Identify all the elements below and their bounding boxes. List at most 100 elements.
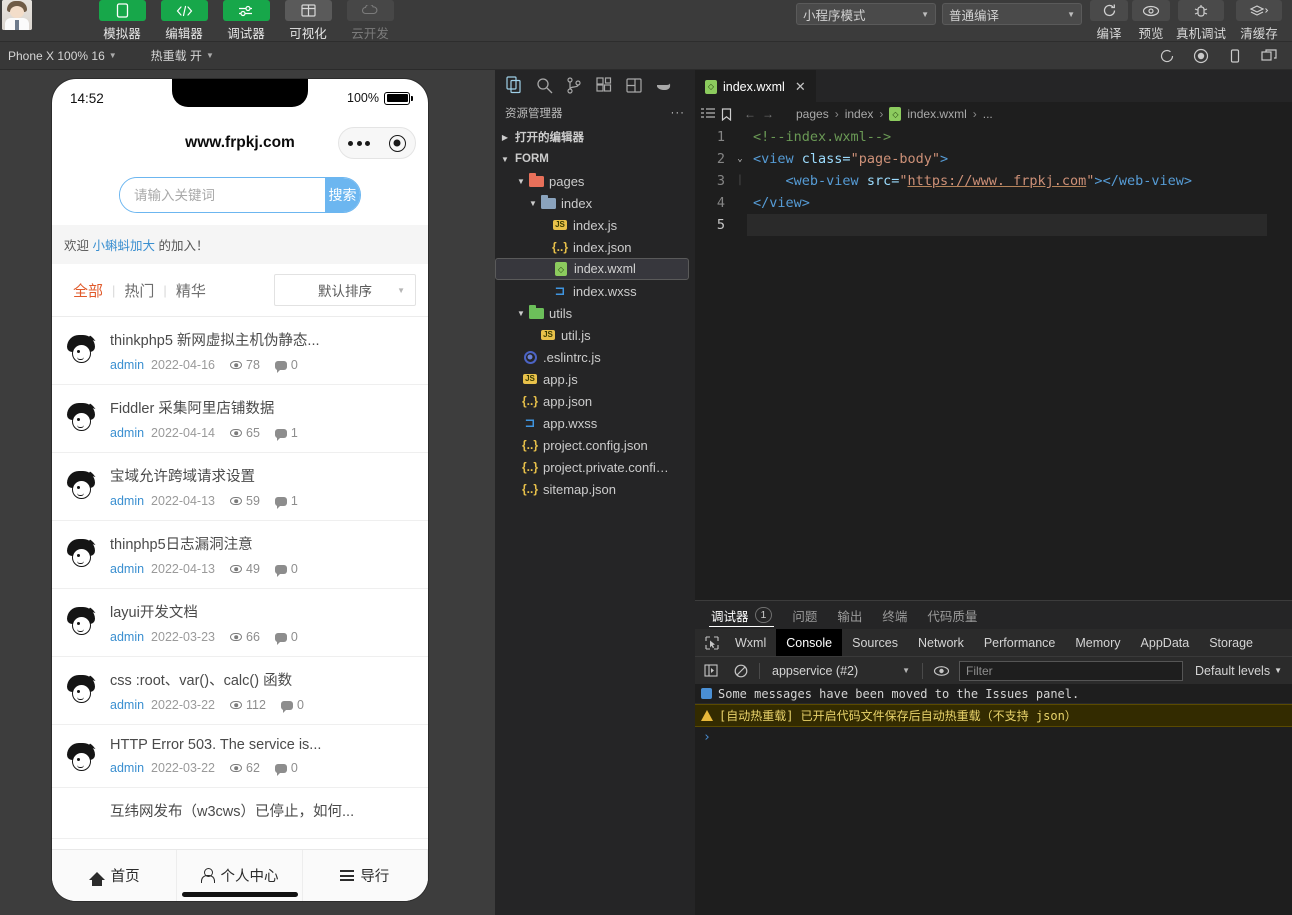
- breadcrumb-index[interactable]: index: [845, 107, 874, 121]
- compile-mode-select[interactable]: 小程序模式 ▼: [796, 3, 936, 25]
- devtools-tab-memory[interactable]: Memory: [1065, 629, 1130, 656]
- console-context-select[interactable]: appservice (#2) ▼: [766, 661, 916, 681]
- capsule-buttons[interactable]: [338, 127, 416, 159]
- files-icon[interactable]: [501, 73, 527, 97]
- devtools-tab-performance[interactable]: Performance: [974, 629, 1066, 656]
- close-icon[interactable]: ✕: [795, 79, 806, 95]
- open-editors-section[interactable]: ▶ 打开的编辑器: [495, 126, 695, 148]
- tree-item-app-json[interactable]: {..} app.json: [495, 390, 695, 412]
- post-author: admin: [110, 358, 145, 372]
- tab-featured[interactable]: 精华: [167, 280, 215, 301]
- list-item[interactable]: Fiddler 采集阿里店铺数据 admin 2022-04-14 65 1: [52, 385, 428, 453]
- devtools-tab-appdata[interactable]: AppData: [1131, 629, 1200, 656]
- tree-item-pages[interactable]: ▼ pages: [495, 170, 695, 192]
- compile-button[interactable]: 编译: [1088, 0, 1130, 42]
- tree-item-index-wxml[interactable]: ◇ index.wxml: [495, 258, 689, 280]
- tree-item-util-js[interactable]: JS util.js: [495, 324, 695, 346]
- fold-toggle[interactable]: ⌄: [733, 148, 747, 170]
- panel-tab-problems[interactable]: 问题: [782, 601, 827, 629]
- tree-item-index-folder[interactable]: ▼ index: [495, 192, 695, 214]
- multi-window-icon[interactable]: [1254, 45, 1284, 67]
- record-icon[interactable]: [1186, 45, 1216, 67]
- breadcrumb-file[interactable]: index.wxml: [907, 107, 966, 121]
- devtools-tab-console[interactable]: Console: [776, 629, 843, 656]
- tree-item-project-private-config[interactable]: {..} project.private.confi…: [495, 456, 695, 478]
- list-item[interactable]: css :root、var()、calc() 函数 admin 2022-03-…: [52, 657, 428, 725]
- panel-tab-terminal[interactable]: 终端: [872, 601, 917, 629]
- bookmark-icon[interactable]: [721, 107, 732, 121]
- tree-item-app-js[interactable]: JS app.js: [495, 368, 695, 390]
- mode-visualizer[interactable]: 可视化: [280, 0, 336, 42]
- tab-all[interactable]: 全部: [64, 280, 112, 301]
- list-item[interactable]: 宝域允许跨域请求设置 admin 2022-04-13 59 1: [52, 453, 428, 521]
- welcome-user[interactable]: 小蝌蚪加大: [93, 239, 156, 253]
- code-url[interactable]: https://www. frpkj.com: [907, 173, 1086, 189]
- breadcrumb-ellipsis[interactable]: ...: [983, 107, 993, 121]
- mode-debugger[interactable]: 调试器: [218, 0, 274, 42]
- extensions-icon[interactable]: [591, 73, 617, 97]
- panel-tab-output[interactable]: 输出: [827, 601, 872, 629]
- list-item[interactable]: HTTP Error 503. The service is... admin …: [52, 725, 428, 788]
- outline-icon[interactable]: [701, 108, 715, 120]
- tree-item-sitemap[interactable]: {..} sitemap.json: [495, 478, 695, 500]
- console-sidebar-icon[interactable]: [699, 660, 723, 682]
- rotate-device-icon[interactable]: [1220, 45, 1250, 67]
- devtools-tab-storage[interactable]: Storage: [1199, 629, 1263, 656]
- devtools-tab-wxml[interactable]: Wxml: [725, 629, 776, 656]
- refresh-icon[interactable]: [1152, 45, 1182, 67]
- clear-cache-button[interactable]: 清缓存: [1230, 0, 1288, 42]
- tabbar-item-nav[interactable]: 导行: [303, 850, 428, 901]
- tree-item-project-config[interactable]: {..} project.config.json: [495, 434, 695, 456]
- panel-tab-code-quality[interactable]: 代码质量: [917, 601, 987, 629]
- preview-button[interactable]: 预览: [1130, 0, 1172, 42]
- panel-tab-debugger[interactable]: 调试器 1: [701, 601, 782, 629]
- console-prompt[interactable]: ›: [695, 727, 1292, 748]
- list-item[interactable]: 互纬网发布（w3cws）已停止，如何...: [52, 788, 428, 839]
- project-root-section[interactable]: ▼ FORM: [495, 148, 695, 170]
- console-levels-select[interactable]: Default levels ▼: [1189, 664, 1288, 678]
- docker-icon[interactable]: [651, 73, 677, 97]
- devtools-tab-network[interactable]: Network: [908, 629, 974, 656]
- device-debug-button[interactable]: 真机调试: [1172, 0, 1230, 42]
- tree-item-index-js[interactable]: JS index.js: [495, 214, 695, 236]
- live-expression-eye-icon[interactable]: [929, 660, 953, 682]
- tree-item-index-json[interactable]: {..} index.json: [495, 236, 695, 258]
- mode-editor[interactable]: 编辑器: [156, 0, 212, 42]
- tree-item-app-wxss[interactable]: ⊐ app.wxss: [495, 412, 695, 434]
- list-item[interactable]: thinphp5日志漏洞注意 admin 2022-04-13 49 0: [52, 521, 428, 589]
- devtools-tab-sources[interactable]: Sources: [842, 629, 908, 656]
- editor-tab-index-wxml[interactable]: ◇ index.wxml ✕: [695, 70, 816, 102]
- tree-item-utils[interactable]: ▼ utils: [495, 302, 695, 324]
- console-filter-input[interactable]: [959, 660, 1184, 681]
- split-layout-icon[interactable]: [621, 73, 647, 97]
- tab-hot[interactable]: 热门: [115, 280, 163, 301]
- compile-target-select[interactable]: 普通编译 ▼: [942, 3, 1082, 25]
- forward-arrow-icon[interactable]: →: [762, 107, 774, 121]
- more-icon[interactable]: [348, 140, 371, 146]
- inspect-element-icon[interactable]: [699, 635, 725, 650]
- list-item[interactable]: layui开发文档 admin 2022-03-23 66 0: [52, 589, 428, 657]
- sort-select[interactable]: 默认排序 ▼: [274, 274, 416, 306]
- list-item[interactable]: thinkphp5 新网虚拟主机伪静态... admin 2022-04-16 …: [52, 317, 428, 385]
- tabbar-item-home[interactable]: 首页: [52, 850, 178, 901]
- device-select[interactable]: Phone X 100% 16 ▼: [0, 49, 125, 63]
- fold-toggle[interactable]: [733, 126, 747, 148]
- fold-toggle[interactable]: [733, 214, 747, 236]
- source-control-icon[interactable]: [561, 73, 587, 97]
- search-input[interactable]: [120, 178, 325, 212]
- more-actions-icon[interactable]: ···: [671, 107, 686, 119]
- close-target-icon[interactable]: [388, 134, 406, 152]
- user-avatar[interactable]: [2, 0, 32, 30]
- clear-console-icon[interactable]: [729, 660, 753, 682]
- mode-cloud[interactable]: 云开发: [342, 0, 398, 42]
- tree-item-index-wxss[interactable]: ⊐ index.wxss: [495, 280, 695, 302]
- breadcrumb-pages[interactable]: pages: [796, 107, 829, 121]
- mode-simulator[interactable]: 模拟器: [94, 0, 150, 42]
- search-button[interactable]: 搜索: [325, 178, 360, 212]
- fold-toggle[interactable]: [733, 192, 747, 214]
- tree-item-eslintrc[interactable]: .eslintrc.js: [495, 346, 695, 368]
- back-arrow-icon[interactable]: ←: [738, 107, 756, 121]
- search-icon[interactable]: [531, 73, 557, 97]
- code-editor[interactable]: 1 <!--index.wxml--> 2 ⌄ <view class="pag…: [695, 126, 1292, 600]
- hot-reload-toggle[interactable]: 热重载 开 ▼: [143, 47, 222, 64]
